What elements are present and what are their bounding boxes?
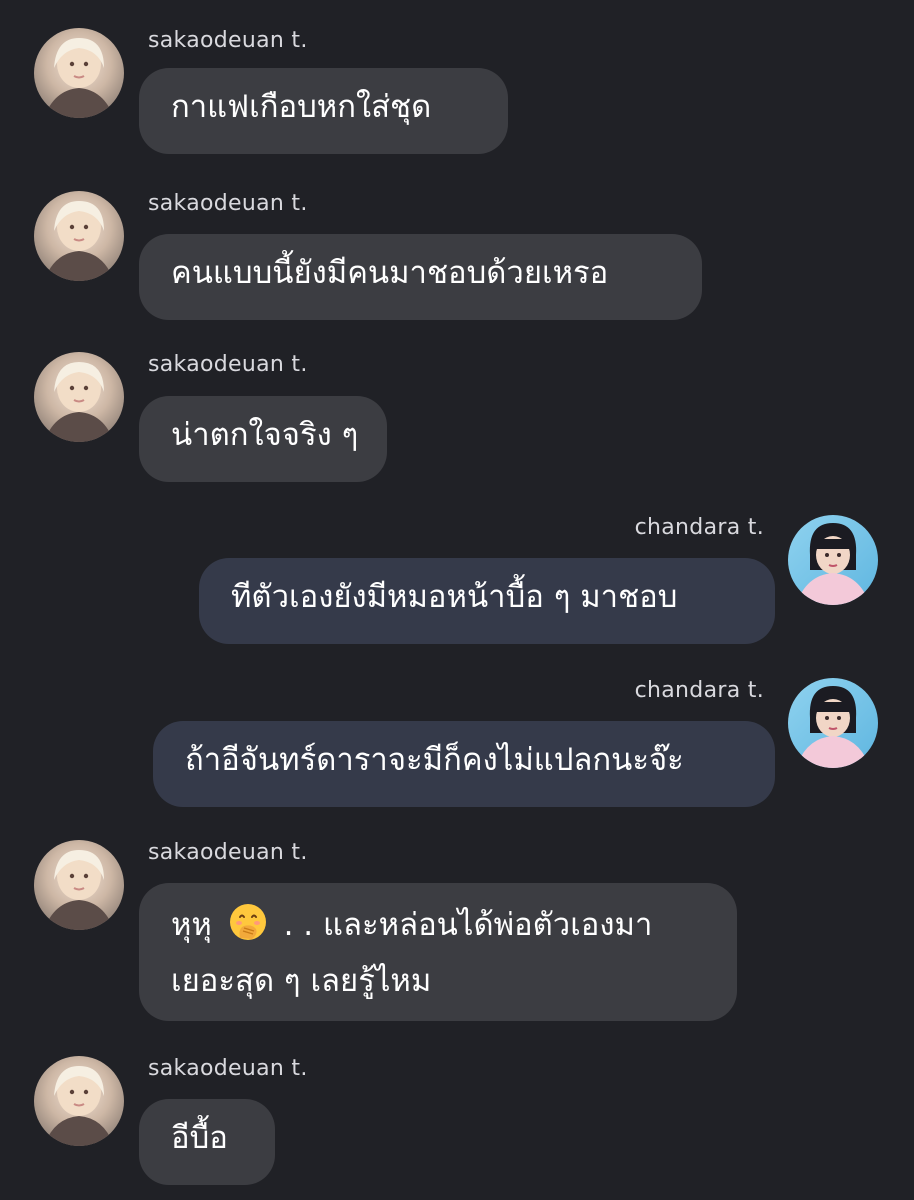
- avatar-image: [34, 352, 124, 442]
- message-bubble[interactable]: หุหุ . . และหล่อนได้พ่อตัวเองมา เยอะสุด …: [139, 883, 737, 1021]
- avatar-image: [34, 191, 124, 281]
- face-with-hand-over-mouth-emoji: [229, 904, 266, 940]
- message-bubble[interactable]: อีบื้อ: [139, 1099, 275, 1185]
- sender-name: chandara t.: [634, 515, 764, 540]
- message-text: ทีตัวเองยังมีหมอหน้าบื้อ ๆ มาชอบ: [231, 579, 678, 615]
- message-text: น่าตกใจจริง ๆ: [171, 417, 359, 453]
- message-text: ถ้าอีจันทร์ดาราจะมีก็คงไม่แปลกนะจ๊ะ: [185, 742, 684, 778]
- message-bubble[interactable]: ทีตัวเองยังมีหมอหน้าบื้อ ๆ มาชอบ: [199, 558, 775, 644]
- sender-name: sakaodeuan t.: [148, 1056, 308, 1081]
- avatar-image: [34, 840, 124, 930]
- avatar-image: [788, 515, 878, 605]
- avatar-image: [34, 28, 124, 118]
- sender-name: sakaodeuan t.: [148, 191, 308, 216]
- sender-name: sakaodeuan t.: [148, 28, 308, 53]
- message-text: คนแบบนี้ยังมีคนมาชอบด้วยเหรอ: [171, 255, 609, 291]
- message-line: หุหุ . . และหล่อนได้พ่อตัวเองมา: [171, 897, 705, 953]
- message-text: หุหุ: [171, 907, 212, 943]
- message-text: อีบื้อ: [171, 1120, 228, 1156]
- message-line: เยอะสุด ๆ เลยรู้ไหม: [171, 953, 705, 1009]
- avatar[interactable]: [788, 515, 878, 605]
- message-text: . . และหล่อนได้พ่อตัวเองมา: [283, 907, 653, 943]
- avatar-image: [34, 1056, 124, 1146]
- avatar-image: [788, 678, 878, 768]
- message-bubble[interactable]: น่าตกใจจริง ๆ: [139, 396, 387, 482]
- message-bubble[interactable]: ถ้าอีจันทร์ดาราจะมีก็คงไม่แปลกนะจ๊ะ: [153, 721, 775, 807]
- avatar[interactable]: [34, 28, 124, 118]
- message-bubble[interactable]: กาแฟเกือบหกใส่ชุด: [139, 68, 508, 154]
- avatar[interactable]: [34, 1056, 124, 1146]
- sender-name: sakaodeuan t.: [148, 840, 308, 865]
- avatar[interactable]: [34, 840, 124, 930]
- avatar[interactable]: [34, 352, 124, 442]
- message-bubble[interactable]: คนแบบนี้ยังมีคนมาชอบด้วยเหรอ: [139, 234, 702, 320]
- sender-name: sakaodeuan t.: [148, 352, 308, 377]
- message-text: กาแฟเกือบหกใส่ชุด: [171, 89, 432, 125]
- sender-name: chandara t.: [634, 678, 764, 703]
- message-text: เยอะสุด ๆ เลยรู้ไหม: [171, 963, 432, 999]
- avatar[interactable]: [34, 191, 124, 281]
- avatar[interactable]: [788, 678, 878, 768]
